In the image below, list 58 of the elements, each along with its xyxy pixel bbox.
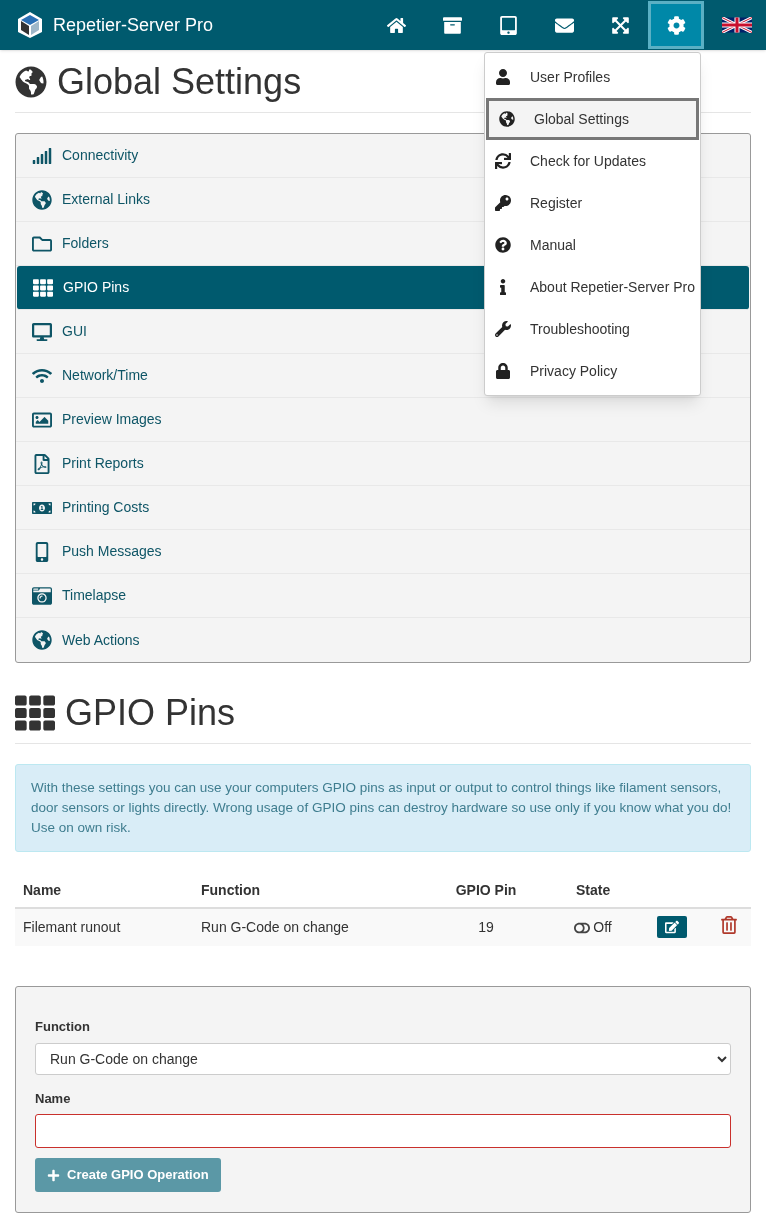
settings-list-item[interactable]: Timelapse — [16, 574, 750, 618]
settings-icon — [666, 15, 686, 35]
name-field[interactable] — [35, 1114, 731, 1148]
globe-icon — [499, 111, 515, 127]
expand-icon — [610, 15, 630, 35]
grid-icon — [15, 693, 55, 733]
help-icon — [495, 237, 511, 253]
signal-icon — [32, 145, 52, 166]
section-title: GPIO Pins — [65, 691, 236, 735]
settings-list-item[interactable]: Print Reports — [16, 442, 750, 486]
refresh-icon — [495, 153, 511, 169]
edit-icon — [665, 919, 679, 934]
flag-icon[interactable] — [722, 17, 752, 33]
pdf-file-icon — [32, 453, 52, 474]
field-label: Function — [35, 1018, 91, 1036]
column-header: Function — [193, 874, 423, 908]
menu-item[interactable]: Troubleshooting — [485, 308, 700, 350]
archive-icon — [442, 15, 462, 35]
camera-icon — [32, 585, 52, 606]
globe-icon — [15, 66, 47, 98]
home-icon — [386, 15, 406, 35]
page-title: Global Settings — [57, 60, 302, 104]
plus-icon — [47, 1168, 60, 1182]
notice-alert: With these settings you can use your computers GPIO pins as input or output to control things like filament sensors, door sensors or lights directly. Wrong usage of GPIO pins can destroy hardware so use only if you know what you do! Use on own risk. — [15, 764, 751, 852]
menu-item[interactable]: User Profiles — [485, 56, 700, 98]
trash-icon — [720, 915, 738, 934]
monitor-icon — [32, 321, 52, 342]
table-cell: 19 — [423, 908, 550, 946]
table-cell: Run G-Code on change — [193, 908, 423, 946]
tablet-icon — [498, 15, 518, 35]
menu-item[interactable]: About Repetier-Server Pro — [485, 266, 700, 308]
menu-item[interactable]: Register — [485, 182, 700, 224]
table-cell: Filemant runout — [15, 908, 193, 946]
globe-icon — [32, 630, 52, 650]
brand-title[interactable]: Repetier-Server Pro — [53, 11, 214, 39]
user-icon — [495, 69, 511, 85]
delete-button[interactable] — [720, 915, 738, 934]
function-select[interactable]: Run G-Code on change — [35, 1042, 731, 1075]
wrench-icon — [495, 321, 511, 337]
nav-button[interactable] — [648, 1, 704, 49]
settings-list-item[interactable]: Web Actions — [16, 618, 750, 662]
menu-item[interactable]: Manual — [485, 224, 700, 266]
edit-button[interactable] — [657, 915, 687, 938]
settings-list-item[interactable]: Push Messages — [16, 530, 750, 574]
column-header: State — [549, 874, 637, 908]
logo-icon — [16, 11, 44, 39]
column-header: GPIO Pin — [423, 874, 550, 908]
settings-list-item[interactable]: Preview Images — [16, 398, 750, 442]
lock-icon — [495, 363, 511, 379]
column-header: Name — [15, 874, 193, 908]
state-label: Off — [593, 918, 612, 937]
grid-icon — [33, 277, 53, 298]
key-icon — [495, 195, 511, 211]
field-label: Name — [35, 1089, 72, 1108]
settings-list-item[interactable]: Printing Costs — [16, 486, 750, 530]
globe-icon — [32, 189, 52, 210]
envelope-icon — [554, 15, 574, 35]
menu-item[interactable]: Global Settings — [486, 98, 699, 140]
